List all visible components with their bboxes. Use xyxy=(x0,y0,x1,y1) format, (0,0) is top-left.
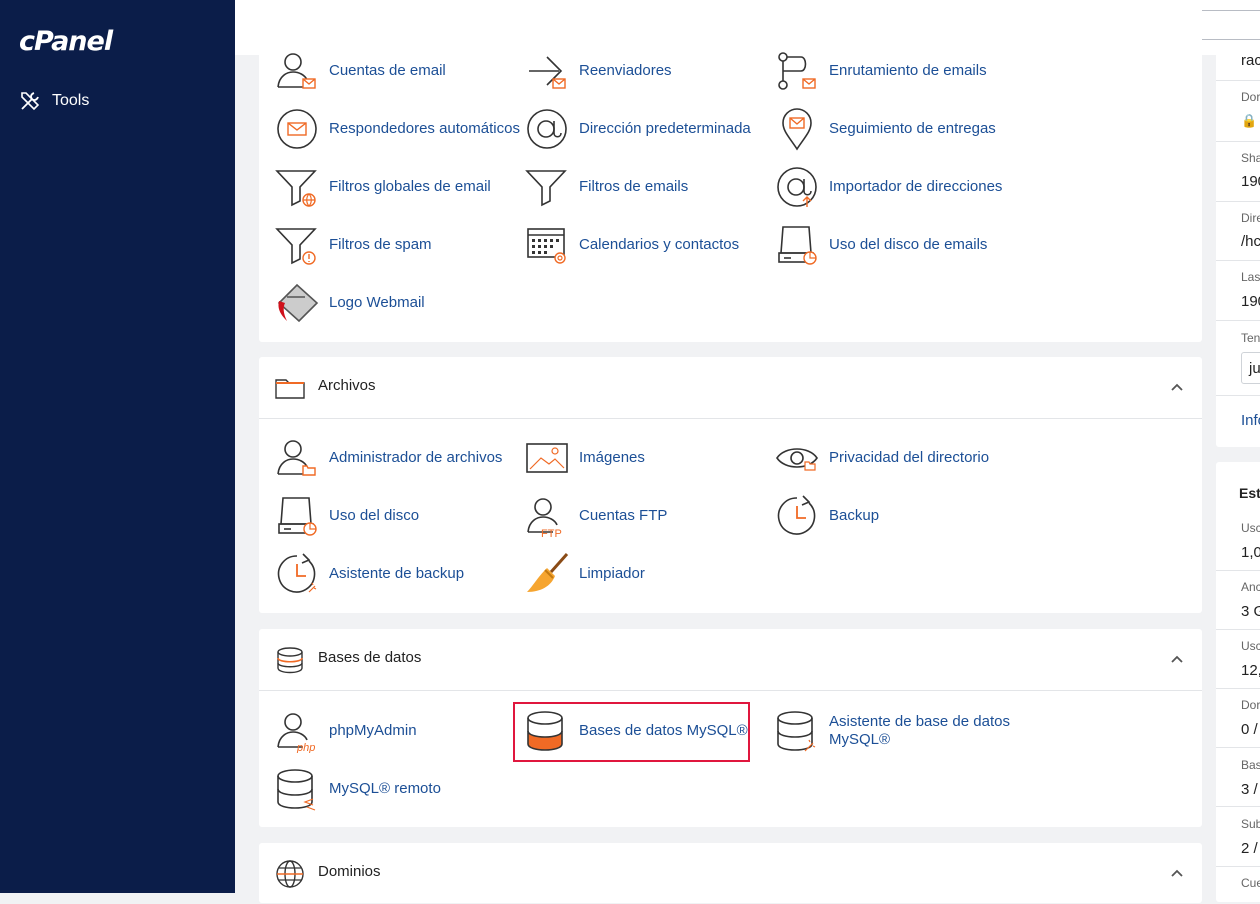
address-importer-icon xyxy=(775,165,819,207)
file-manager-link[interactable]: Administrador de archivos xyxy=(275,436,502,480)
disk-usage-link[interactable]: Uso del disco xyxy=(275,494,419,538)
info-value: 190 xyxy=(1241,173,1260,190)
stat-label: Usc xyxy=(1241,639,1260,653)
theme-select-value: ju xyxy=(1249,360,1260,377)
stat-value: 2 / xyxy=(1241,840,1258,857)
stat-label: Dor xyxy=(1241,698,1260,712)
database-icon xyxy=(277,647,303,674)
track-delivery-link[interactable]: Seguimiento de entregas xyxy=(775,107,996,151)
databases-panel-title: Bases de datos xyxy=(318,649,422,666)
stat-value: 3 G xyxy=(1241,603,1260,620)
email-accounts-link[interactable]: Cuentas de email xyxy=(275,49,446,93)
stat-value: 3 / xyxy=(1241,781,1258,798)
images-link[interactable]: Imágenes xyxy=(525,436,645,480)
spam-filters-link[interactable]: Filtros de spam xyxy=(275,223,432,267)
lock-icon: 🔒 xyxy=(1241,113,1258,128)
backup-wizard-icon xyxy=(275,552,317,596)
mysql-wizard-icon xyxy=(775,709,816,752)
info-link[interactable]: Info xyxy=(1241,412,1260,429)
cleaner-broom-icon xyxy=(527,553,569,592)
email-disk-usage-link[interactable]: Uso del disco de emails xyxy=(775,223,987,267)
email-filters-link[interactable]: Filtros de emails xyxy=(525,165,688,209)
email-routing-link[interactable]: Enrutamiento de emails xyxy=(775,49,987,93)
cleaner-link[interactable]: Limpiador xyxy=(525,552,645,596)
info-label: Dire xyxy=(1241,211,1260,225)
cpanel-logo[interactable]: cPanel xyxy=(19,26,113,57)
info-label: Dor xyxy=(1241,90,1260,104)
autoresponders-icon xyxy=(277,109,317,149)
email-panel: Cuentas de email Reenviadores Enrutamien… xyxy=(259,0,1202,342)
sidebar: cPanel Tools xyxy=(0,0,235,893)
email-filters-icon xyxy=(525,165,569,209)
track-delivery-icon xyxy=(782,108,812,151)
stat-value: 12, xyxy=(1241,662,1260,679)
ftp-accounts-link[interactable]: FTP Cuentas FTP xyxy=(525,494,667,538)
calendars-contacts-icon xyxy=(527,228,566,264)
info-label: Las xyxy=(1241,270,1260,284)
stat-label: Usc xyxy=(1241,521,1260,535)
files-panel-title: Archivos xyxy=(318,377,376,394)
files-panel: Archivos Administrador de archivos Imáge… xyxy=(259,357,1202,613)
mysql-wizard-link[interactable]: Asistente de base de datos MySQL® xyxy=(775,709,1019,753)
backup-link[interactable]: Backup xyxy=(775,494,879,538)
email-disk-usage-icon xyxy=(775,223,817,265)
ftp-accounts-icon: FTP xyxy=(525,494,562,538)
domains-panel-header[interactable]: Dominios xyxy=(259,843,1202,904)
files-panel-header[interactable]: Archivos xyxy=(259,357,1202,419)
stat-value: 1,0 xyxy=(1241,544,1260,561)
highlight-box xyxy=(513,702,750,762)
default-address-link[interactable]: Dirección predeterminada xyxy=(525,107,751,151)
stat-label: Bas xyxy=(1241,758,1260,772)
chevron-up-icon[interactable] xyxy=(1170,866,1184,880)
svg-text:php: php xyxy=(296,742,315,753)
stat-value: 0 / xyxy=(1241,721,1258,738)
info-label: Sha xyxy=(1241,151,1260,165)
remote-mysql-icon xyxy=(275,767,316,811)
disk-usage-icon xyxy=(275,494,317,536)
tools-icon xyxy=(21,92,40,111)
stat-label: Anc xyxy=(1241,580,1260,594)
domains-panel-title: Dominios xyxy=(318,863,381,880)
info-label: Ten xyxy=(1241,331,1260,345)
domains-panel: Dominios xyxy=(259,843,1202,903)
file-manager-icon xyxy=(275,436,316,476)
backup-icon xyxy=(775,494,819,538)
default-address-icon xyxy=(525,107,569,151)
info-value: 190 xyxy=(1241,293,1260,310)
sidebar-item-tools[interactable]: Tools xyxy=(20,91,89,111)
calendars-contacts-link[interactable]: Calendarios y contactos xyxy=(525,223,739,267)
globe-icon xyxy=(276,860,304,888)
forwarders-icon xyxy=(529,56,566,89)
chevron-up-icon[interactable] xyxy=(1170,380,1184,394)
webmail-logo-link[interactable]: Logo Webmail xyxy=(275,281,425,325)
email-accounts-icon xyxy=(275,49,316,89)
stat-label: Sub xyxy=(1241,817,1260,831)
directory-privacy-link[interactable]: Privacidad del directorio xyxy=(775,436,989,480)
folder-icon xyxy=(275,379,305,399)
sidebar-item-label: Tools xyxy=(52,92,90,109)
phpmyadmin-link[interactable]: php phpMyAdmin xyxy=(275,709,417,753)
email-routing-icon xyxy=(778,52,816,90)
stat-label: Cue xyxy=(1241,876,1260,890)
address-importer-link[interactable]: Importador de direcciones xyxy=(775,165,1002,209)
svg-text:FTP: FTP xyxy=(541,528,562,538)
statistics-title: Est xyxy=(1239,485,1260,501)
global-email-filters-link[interactable]: Filtros globales de email xyxy=(275,165,491,209)
chevron-up-icon[interactable] xyxy=(1170,652,1184,666)
spam-filters-icon xyxy=(275,223,319,265)
images-icon xyxy=(526,443,568,473)
info-value: /hc xyxy=(1241,233,1260,250)
phpmyadmin-icon: php xyxy=(275,709,315,753)
backup-wizard-link[interactable]: Asistente de backup xyxy=(275,552,464,596)
autoresponders-link[interactable]: Respondedores automáticos xyxy=(275,107,520,151)
forwarders-link[interactable]: Reenviadores xyxy=(525,49,672,93)
databases-panel-header[interactable]: Bases de datos xyxy=(259,629,1202,691)
webmail-logo-icon xyxy=(277,283,319,323)
global-email-filters-icon xyxy=(275,165,319,207)
info-value: rac xyxy=(1241,52,1260,69)
remote-mysql-link[interactable]: MySQL® remoto xyxy=(275,767,441,811)
directory-privacy-icon xyxy=(776,448,818,471)
